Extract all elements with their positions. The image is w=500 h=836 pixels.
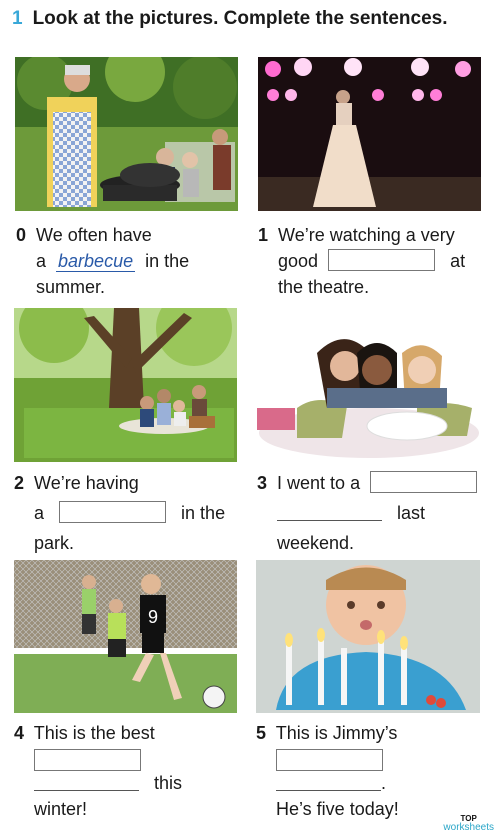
exercise-header: 1 Look at the pictures. Complete the sent… <box>12 8 448 30</box>
sentence-line: in the <box>145 251 190 271</box>
sentence-line: I went to a <box>277 473 361 493</box>
answer-box[interactable] <box>370 471 478 493</box>
svg-text:9: 9 <box>148 607 158 627</box>
exercise-number: 1 <box>12 8 23 29</box>
barbecue-photo <box>15 57 238 211</box>
item-number: 3 <box>257 473 268 493</box>
exercise-instruction: Look at the pictures. Complete the sente… <box>32 8 448 29</box>
item-number: 0 <box>16 225 27 245</box>
sentence-3: 3 I went to a last weekend. <box>257 470 478 556</box>
sentence-line: . <box>381 773 387 793</box>
item-number: 4 <box>14 723 25 743</box>
example-answer: barbecue <box>56 251 136 272</box>
sentence-line: park. <box>34 533 75 553</box>
football-match-photo: 9 <box>14 560 237 713</box>
sentence-2: 2 We’re having a in the park. <box>14 470 225 556</box>
item-number: 1 <box>258 225 269 245</box>
sentence-line: We often have <box>36 225 152 245</box>
picnic-park-photo <box>14 308 237 462</box>
answer-line[interactable] <box>277 502 382 521</box>
sentence-5: 5 This is Jimmy’s . He’s five today! <box>256 720 399 822</box>
sentence-line: at <box>450 251 466 271</box>
item-number: 2 <box>14 473 25 493</box>
sentence-line: This is Jimmy’s <box>275 723 398 743</box>
answer-box[interactable] <box>59 501 167 523</box>
sentence-line: We’re having <box>34 473 139 493</box>
sentence-line: weekend. <box>277 533 355 553</box>
answer-box[interactable] <box>34 749 141 771</box>
sentence-line: We’re watching a very <box>278 225 455 245</box>
sentence-line: good <box>278 251 319 271</box>
sentence-line: winter! <box>34 799 88 819</box>
sentence-line: a <box>34 503 45 523</box>
logo-bottom: worksheets <box>443 822 494 833</box>
sentence-line: This is the best <box>33 723 155 743</box>
answer-box[interactable] <box>328 249 436 271</box>
sleepover-girls-photo <box>257 308 481 462</box>
sentence-line: last <box>397 503 426 523</box>
topworksheets-logo: TOP worksheets <box>443 814 494 833</box>
sentence-line: summer. <box>36 277 106 297</box>
birthday-cake-photo <box>256 560 480 713</box>
item-number: 5 <box>256 723 267 743</box>
sentence-4: 4 This is the best this winter! <box>14 720 182 822</box>
sentence-line: this <box>154 773 183 793</box>
sentence-line: in the <box>181 503 226 523</box>
answer-line[interactable] <box>276 772 381 791</box>
sentence-0: 0 We often have a barbecue in the summer… <box>16 222 189 300</box>
theatre-singer-photo <box>258 57 481 211</box>
sentence-line: the theatre. <box>278 277 370 297</box>
answer-box[interactable] <box>276 749 383 771</box>
sentence-line: He’s five today! <box>276 799 399 819</box>
sentence-1: 1 We’re watching a very good at the thea… <box>258 222 465 300</box>
answer-line[interactable] <box>34 772 139 791</box>
sentence-line: a <box>36 251 47 271</box>
